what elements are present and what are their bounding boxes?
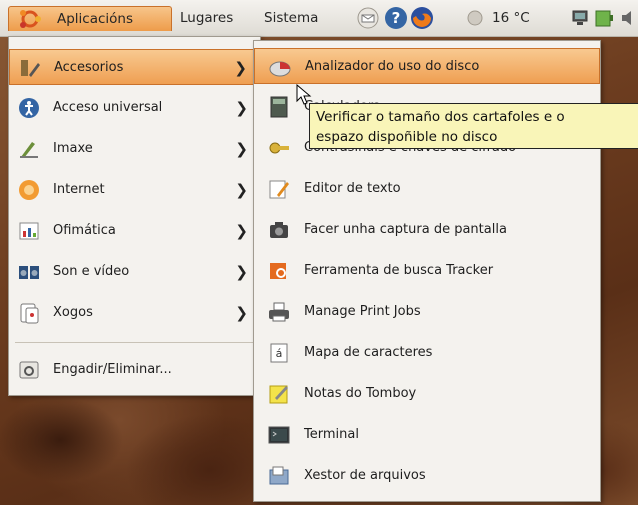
text-editor-icon (269, 180, 289, 199)
internet-icon (19, 180, 39, 200)
menu-item-screenshot[interactable]: Facer unha captura de pantalla (254, 212, 600, 248)
printer-icon (269, 302, 289, 322)
submenu-arrow-icon: ❯ (235, 140, 248, 158)
menu-item-label: Notas do Tomboy (304, 386, 417, 401)
menu-item-tracker-search[interactable]: Ferramenta de busca Tracker (254, 253, 600, 289)
menu-item-terminal[interactable]: Terminal (254, 417, 600, 453)
submenu-arrow-icon: ❯ (235, 304, 248, 322)
ubuntu-logo-icon (20, 10, 41, 28)
top-panel: Aplicacións Lugares Sistema ? 16 °C (0, 0, 638, 37)
menu-item-label: Acceso universal (53, 100, 163, 115)
menu-item-xogos[interactable]: Xogos ❯ (9, 295, 260, 331)
search-tool-icon (270, 263, 286, 279)
places-menu-button[interactable]: Lugares (180, 6, 233, 30)
menu-separator (15, 342, 254, 343)
svg-text:?: ? (392, 9, 401, 27)
accessories-icon (21, 60, 40, 77)
menu-item-text-editor[interactable]: Editor de texto (254, 171, 600, 207)
battery-icon[interactable] (592, 6, 616, 30)
mail-icon[interactable] (356, 6, 380, 30)
menu-item-disk-usage-analyzer[interactable]: Analizador do uso do disco (254, 48, 600, 84)
menu-item-label: Xestor de arquivos (304, 468, 426, 483)
menu-item-label: Editor de texto (304, 181, 401, 196)
menu-item-label: Internet (53, 182, 105, 197)
menu-item-label: Analizador do uso do disco (305, 59, 480, 74)
menu-item-label: Imaxe (53, 141, 93, 156)
menu-item-acceso-universal[interactable]: Acceso universal ❯ (9, 90, 260, 126)
menu-item-file-manager[interactable]: Xestor de arquivos (254, 458, 600, 494)
universal-access-icon (19, 98, 39, 118)
tooltip-line-2: espazo dispoñible no disco (316, 129, 498, 145)
applications-label: Aplicacións (57, 11, 134, 27)
network-icon[interactable] (568, 6, 592, 30)
applications-menu-button[interactable]: Aplicacións (8, 6, 172, 31)
help-icon[interactable]: ? (384, 6, 408, 30)
temperature-readout[interactable]: 16 °C (492, 6, 530, 30)
menu-item-label: Terminal (304, 427, 359, 442)
mouse-cursor-icon (296, 84, 312, 105)
menu-item-accesorios[interactable]: Accesorios ❯ (9, 49, 260, 85)
charmap-icon: á (270, 343, 288, 363)
menu-item-label: Xogos (53, 305, 93, 320)
office-icon (19, 222, 39, 240)
menu-item-internet[interactable]: Internet ❯ (9, 172, 260, 208)
menu-item-label: Son e vídeo (53, 264, 130, 279)
submenu-arrow-icon: ❯ (235, 99, 248, 117)
menu-item-engadir-eliminar[interactable]: Engadir/Eliminar... (9, 352, 260, 388)
submenu-arrow-icon: ❯ (235, 222, 248, 240)
menu-item-label: Engadir/Eliminar... (53, 362, 172, 377)
graphics-icon (20, 142, 38, 158)
calculator-icon (270, 96, 288, 118)
file-manager-icon (269, 466, 289, 485)
submenu-arrow-icon: ❯ (235, 263, 248, 281)
menu-item-ofimatica[interactable]: Ofimática ❯ (9, 213, 260, 249)
menu-item-label: Ofimática (53, 223, 116, 238)
disk-usage-icon (269, 61, 291, 77)
add-remove-icon (19, 361, 39, 379)
menu-item-imaxe[interactable]: Imaxe ❯ (9, 131, 260, 167)
menu-item-character-map[interactable]: á Mapa de caracteres (254, 335, 600, 371)
system-menu-button[interactable]: Sistema (264, 6, 318, 30)
menu-item-label: Manage Print Jobs (304, 304, 421, 319)
firefox-icon[interactable] (410, 6, 434, 30)
menu-item-label: Ferramenta de busca Tracker (304, 263, 494, 278)
menu-item-tomboy-notes[interactable]: Notas do Tomboy (254, 376, 600, 412)
menu-item-label: Accesorios (54, 60, 124, 75)
menu-item-label: Mapa de caracteres (304, 345, 433, 360)
svg-text:á: á (276, 347, 283, 360)
notes-icon (269, 385, 288, 404)
volume-icon[interactable] (620, 6, 638, 30)
applications-menu: Accesorios ❯ Acceso universal ❯ Imaxe ❯ … (8, 36, 261, 396)
menu-item-son-e-video[interactable]: Son e vídeo ❯ (9, 254, 260, 290)
games-icon (20, 303, 39, 324)
menu-item-print-jobs[interactable]: Manage Print Jobs (254, 294, 600, 330)
tooltip-line-1: Verificar o tamaño dos cartafoles e o (316, 109, 565, 125)
submenu-arrow-icon: ❯ (235, 181, 248, 199)
terminal-icon (268, 426, 290, 444)
passwords-icon (269, 142, 289, 154)
menu-item-label: Facer unha captura de pantalla (304, 222, 507, 237)
weather-icon (467, 10, 483, 26)
submenu-arrow-icon: ❯ (234, 59, 247, 77)
tooltip: Verificar o tamaño dos cartafoles e o es… (309, 103, 638, 149)
screenshot-icon (270, 222, 288, 238)
sound-video-icon (19, 266, 39, 279)
